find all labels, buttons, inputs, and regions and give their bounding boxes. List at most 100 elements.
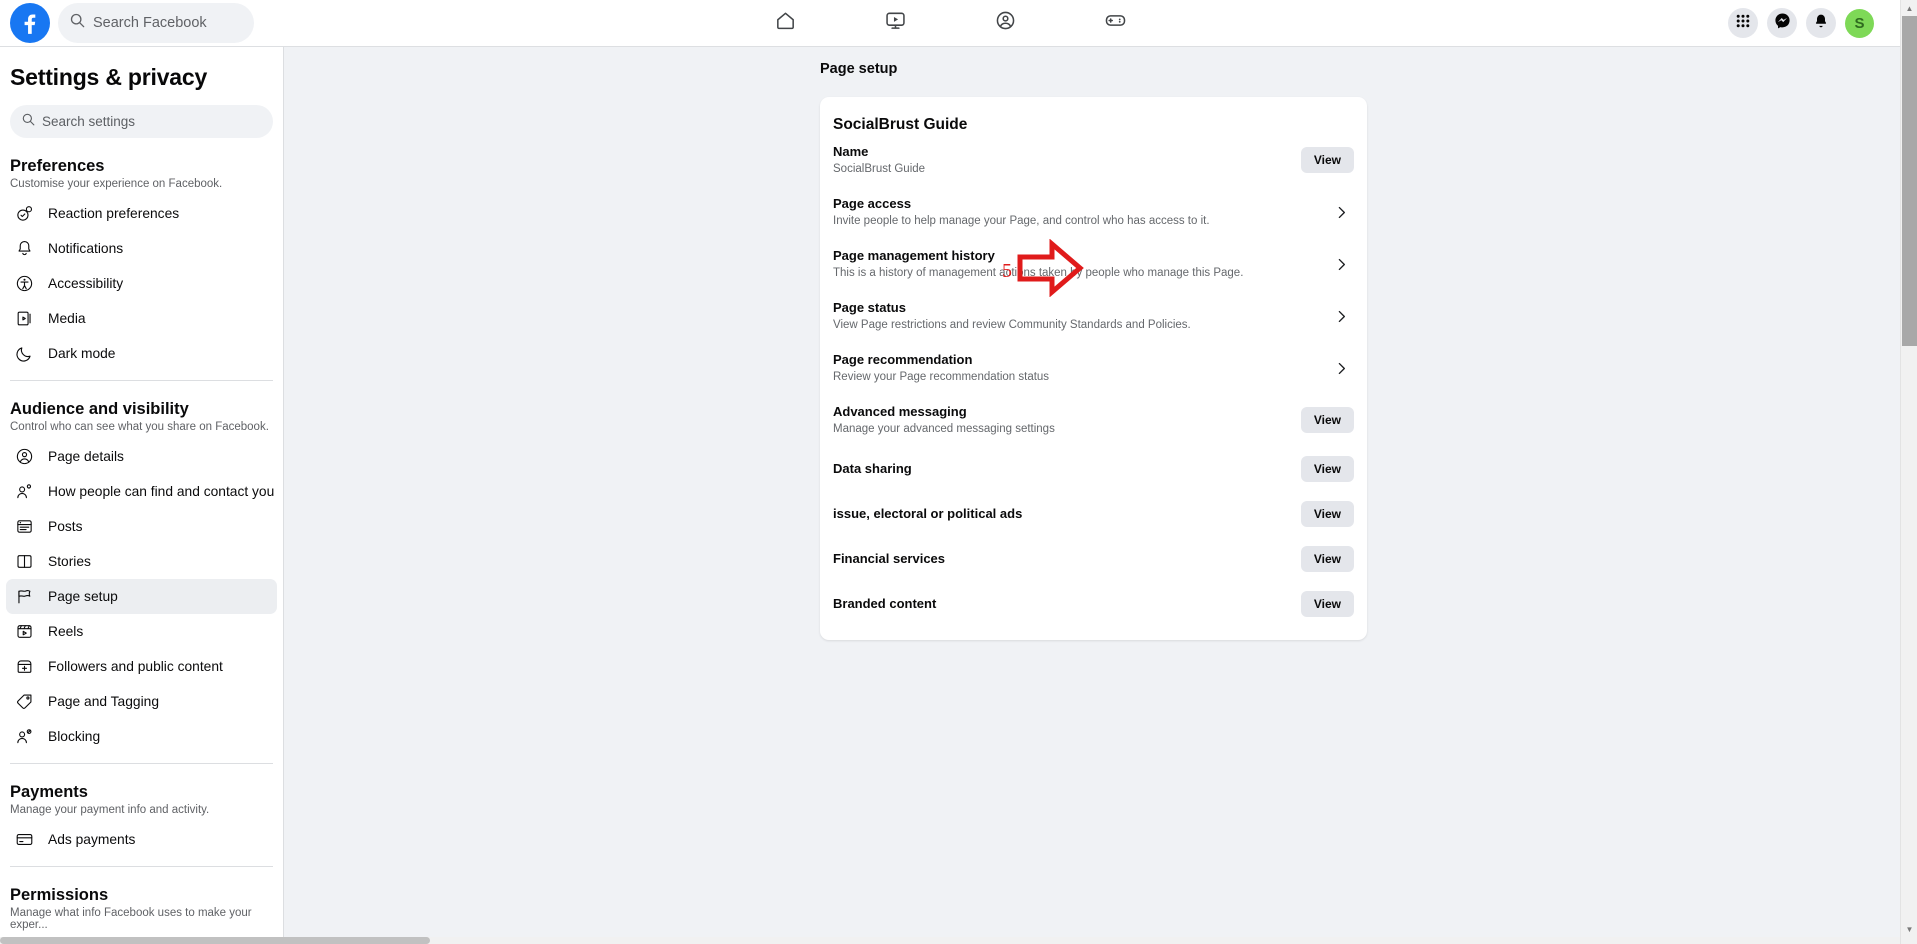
grid-menu-button[interactable] [1728, 8, 1758, 38]
search-icon [70, 13, 85, 33]
stories-book-icon [14, 551, 35, 572]
sidebar-item-label: Followers and public content [48, 659, 223, 674]
table-row[interactable]: Page management history This is a history… [820, 238, 1367, 290]
facebook-logo-icon[interactable] [10, 3, 50, 43]
table-row[interactable]: Name SocialBrust Guide View [820, 134, 1367, 186]
sidebar-item-reaction-preferences[interactable]: Reaction preferences [6, 196, 277, 231]
sidebar-item-label: Notifications [48, 241, 124, 256]
search-settings-placeholder: Search settings [42, 114, 136, 129]
vertical-scrollbar[interactable]: ▲ ▼ [1900, 0, 1917, 944]
row-title: Page management history [833, 248, 995, 263]
topbar-left-group: Search Facebook [0, 3, 254, 43]
sidebar-item-stories[interactable]: Stories [6, 544, 277, 579]
sidebar-section-heading: Audience and visibility [10, 400, 189, 418]
row-text-group: Page status View Page restrictions and re… [833, 299, 1328, 333]
sidebar-item-page-and-tagging[interactable]: Page and Tagging [6, 684, 277, 719]
scroll-down-arrow-icon[interactable]: ▼ [1901, 921, 1917, 937]
sidebar-item-followers-and-public-content[interactable]: Followers and public content [6, 649, 277, 684]
sidebar-item-label: Dark mode [48, 346, 116, 361]
moon-icon [14, 343, 35, 364]
sidebar-item-posts[interactable]: Posts [6, 509, 277, 544]
nav-groups-button[interactable] [950, 1, 1060, 45]
row-text-group: Page management history This is a history… [833, 247, 1328, 281]
person-circle-icon [14, 446, 35, 467]
view-button[interactable]: View [1300, 147, 1354, 173]
messenger-button[interactable] [1767, 8, 1797, 38]
sidebar-item-notifications[interactable]: Notifications [6, 231, 277, 266]
sidebar-item-label: Stories [48, 554, 91, 569]
sidebar-item-accessibility[interactable]: Accessibility [6, 266, 277, 301]
table-row[interactable]: Advanced messaging Manage your advanced m… [820, 394, 1367, 446]
nav-video-button[interactable] [840, 1, 950, 45]
table-row[interactable]: Financial services View [820, 536, 1367, 581]
nav-gaming-button[interactable] [1060, 1, 1170, 45]
sidebar-item-label: Accessibility [48, 276, 124, 291]
row-text-group: Branded content [833, 595, 1301, 612]
sidebar-section-subtitle: Customise your experience on Facebook. [10, 178, 223, 190]
view-button[interactable]: View [1300, 545, 1354, 572]
page-setup-card: SocialBrust Guide Name SocialBrust Guide V… [820, 97, 1367, 640]
top-navigation-bar: Search Facebook S [0, 0, 1900, 47]
row-title: Page status [833, 300, 906, 315]
chevron-right-icon[interactable] [1328, 303, 1354, 329]
table-row[interactable]: Page recommendation Review your Page reco… [820, 342, 1367, 394]
sidebar-item-blocking[interactable]: Blocking [6, 719, 277, 754]
row-subtitle: Invite people to help manage your Page, … [833, 215, 1210, 227]
grid-menu-icon [1735, 13, 1751, 34]
nav-home-button[interactable] [730, 1, 840, 45]
credit-card-icon [14, 829, 35, 850]
sidebar-item-label: Ads payments [48, 832, 136, 847]
table-row[interactable]: Data sharing View [820, 446, 1367, 491]
card-title: SocialBrust Guide [833, 116, 968, 133]
row-title: Branded content [833, 596, 937, 611]
sidebar-item-reels[interactable]: Reels [6, 614, 277, 649]
sidebar-item-media[interactable]: Media [6, 301, 277, 336]
search-settings-input[interactable]: Search settings [10, 105, 273, 138]
table-row[interactable]: issue, electoral or political ads View [820, 491, 1367, 536]
row-subtitle: Manage your advanced messaging settings [833, 423, 1055, 435]
sidebar-item-ads-payments[interactable]: Ads payments [6, 822, 277, 857]
table-row[interactable]: Page status View Page restrictions and re… [820, 290, 1367, 342]
gaming-controller-icon [1104, 9, 1127, 37]
row-subtitle: Review your Page recommendation status [833, 371, 1050, 383]
sidebar-section-heading: Preferences [10, 157, 105, 175]
horizontal-scrollbar[interactable] [0, 937, 1900, 944]
row-title: Financial services [833, 551, 946, 566]
search-facebook-input[interactable]: Search Facebook [58, 3, 254, 43]
horizontal-scrollbar-thumb[interactable] [0, 937, 430, 944]
row-title: Advanced messaging [833, 404, 967, 419]
main-page-title: Page setup [820, 61, 898, 77]
vertical-scrollbar-thumb[interactable] [1902, 16, 1917, 346]
view-button[interactable]: View [1300, 500, 1354, 527]
chevron-right-icon[interactable] [1328, 199, 1354, 225]
groups-icon [994, 9, 1017, 37]
chevron-right-icon[interactable] [1328, 251, 1354, 277]
avatar[interactable]: S [1845, 8, 1874, 38]
sidebar-item-how-people-can-find-and-contact-you[interactable]: How people can find and contact you [6, 474, 277, 509]
row-title: Name [833, 144, 869, 159]
sidebar-item-page-details[interactable]: Page details [6, 439, 277, 474]
sidebar-item-page-setup[interactable]: Page setup [6, 579, 277, 614]
table-row[interactable]: Branded content View [820, 581, 1367, 626]
facebook-settings-page: Search Facebook S Settings & privacy Sea… [0, 0, 1917, 944]
row-title: Data sharing [833, 461, 912, 476]
row-text-group: Financial services [833, 550, 1301, 567]
sidebar-item-label: Media [48, 311, 86, 326]
table-row[interactable]: Page access Invite people to help manage … [820, 186, 1367, 238]
view-button[interactable]: View [1300, 590, 1354, 617]
settings-sidebar: Settings & privacy Search settings Prefe… [0, 47, 284, 937]
topbar-nav-group [0, 1, 1900, 45]
row-text-group: Page recommendation Review your Page reco… [833, 351, 1328, 385]
reaction-icon [14, 203, 35, 224]
sidebar-item-dark-mode[interactable]: Dark mode [6, 336, 277, 371]
sidebar-item-label: How people can find and contact you [48, 484, 275, 499]
bell-icon [14, 238, 35, 259]
row-subtitle: View Page restrictions and review Commun… [833, 319, 1191, 331]
view-button[interactable]: View [1300, 407, 1354, 433]
view-button[interactable]: View [1300, 455, 1354, 482]
chevron-right-icon[interactable] [1328, 355, 1354, 381]
flag-icon [14, 586, 35, 607]
notifications-button[interactable] [1806, 8, 1836, 38]
row-title: issue, electoral or political ads [833, 506, 1023, 521]
scroll-up-arrow-icon[interactable]: ▲ [1901, 0, 1917, 16]
